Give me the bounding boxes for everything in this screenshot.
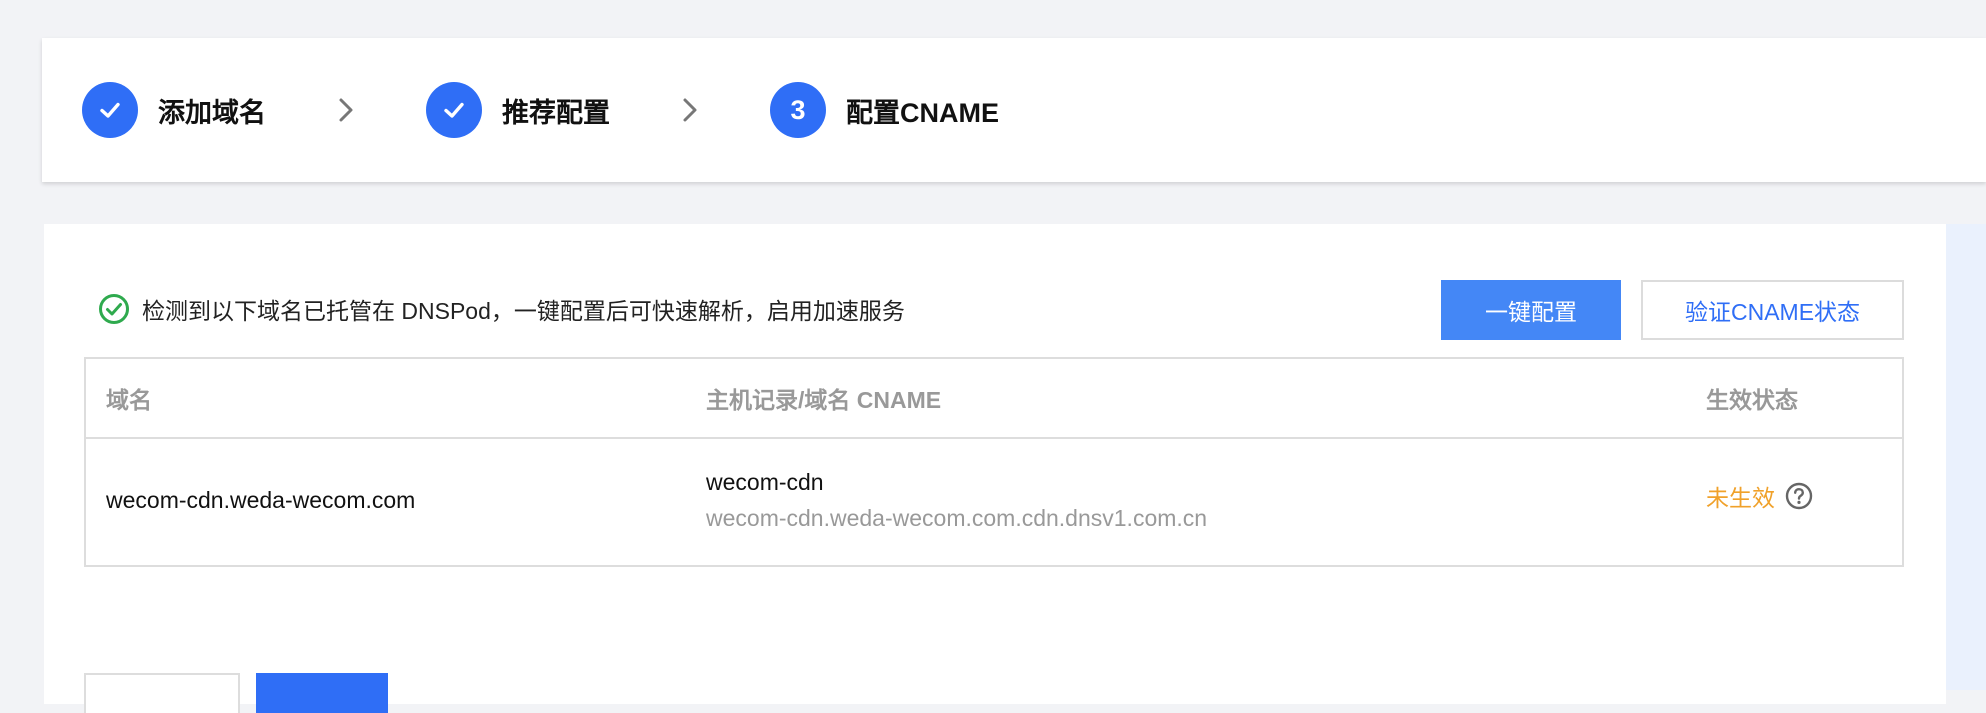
step-add-domain: 添加域名 <box>82 82 266 138</box>
one-click-config-button[interactable]: 一键配置 <box>1441 280 1621 340</box>
notice-text: 检测到以下域名已托管在 DNSPod，一键配置后可快速解析，启用加速服务 <box>142 298 905 324</box>
chevron-right-icon <box>336 96 356 124</box>
previous-step-button[interactable] <box>84 673 240 713</box>
step-label: 配置CNAME <box>846 97 999 128</box>
next-step-button[interactable] <box>256 673 388 713</box>
cname-config-panel: 检测到以下域名已托管在 DNSPod，一键配置后可快速解析，启用加速服务 一键配… <box>44 224 1946 713</box>
step-label: 添加域名 <box>158 97 266 128</box>
step-label: 推荐配置 <box>502 97 610 128</box>
domain-cell: wecom-cdn.weda-wecom.com <box>106 487 416 513</box>
column-header-domain: 域名 <box>106 387 152 413</box>
verify-cname-button[interactable]: 验证CNAME状态 <box>1641 280 1904 340</box>
cname-value: wecom-cdn.weda-wecom.com.cdn.dnsv1.com.c… <box>706 505 1208 531</box>
check-icon <box>444 102 464 118</box>
step-done-badge <box>426 82 482 138</box>
check-icon <box>100 102 120 118</box>
step-config-cname: 3 配置CNAME <box>770 82 999 138</box>
check-circle-icon <box>99 294 129 324</box>
step-done-badge <box>82 82 138 138</box>
column-header-cname: 主机记录/域名 CNAME <box>706 387 942 413</box>
status-badge: 未生效 <box>1706 485 1775 511</box>
question-circle-icon[interactable] <box>1785 482 1813 510</box>
cname-table: 域名 主机记录/域名 CNAME 生效状态 wecom-cdn.weda-wec… <box>84 357 1904 567</box>
column-header-status: 生效状态 <box>1706 387 1798 413</box>
status-cell: 未生效 <box>1706 479 1813 513</box>
dnspod-notice: 检测到以下域名已托管在 DNSPod，一键配置后可快速解析，启用加速服务 <box>98 292 905 326</box>
table-header: 域名 主机记录/域名 CNAME 生效状态 <box>86 359 1902 439</box>
step-number-badge: 3 <box>770 82 826 138</box>
right-side-panel-edge <box>1946 224 1986 690</box>
chevron-right-icon <box>680 96 700 124</box>
step-recommended-config: 推荐配置 <box>426 82 610 138</box>
steps-header: 添加域名 推荐配置 3 配置CNAME <box>42 38 1986 182</box>
host-record: wecom-cdn <box>706 469 824 495</box>
